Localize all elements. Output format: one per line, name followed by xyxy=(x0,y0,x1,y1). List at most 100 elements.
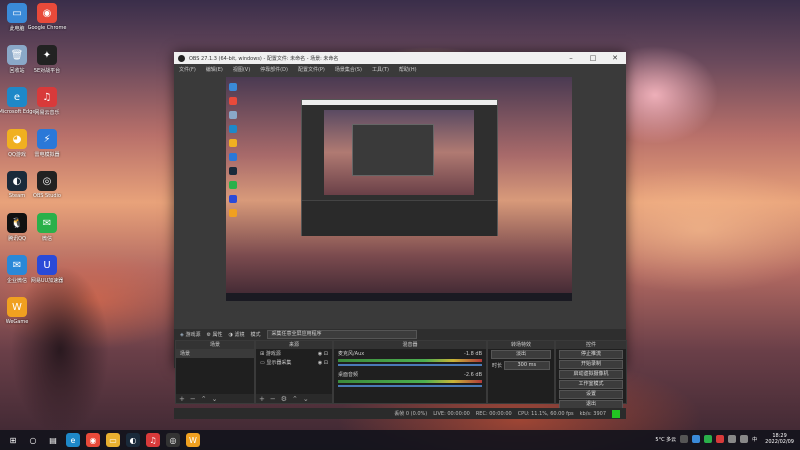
source-item[interactable]: ▭ 显示器采集 ◉ ⊡ xyxy=(256,358,332,367)
edge-icon[interactable]: e xyxy=(66,433,80,447)
obs-statusbar: 丢帧 0 (0.0%) LIVE: 00:00:00 REC: 00:00:00… xyxy=(174,408,626,419)
menu-file[interactable]: 文件(F) xyxy=(179,66,196,73)
source-name: ◈ 游戏源 xyxy=(180,331,201,339)
network-icon[interactable] xyxy=(728,435,737,443)
settings-button[interactable]: 设置 xyxy=(559,390,623,399)
gear-icon[interactable]: ⚙ xyxy=(281,395,287,403)
desktop-icon[interactable]: W WeGame xyxy=(0,297,37,325)
search-icon[interactable]: ○ xyxy=(26,433,40,447)
start-recording-button[interactable]: 开始录制 xyxy=(559,360,623,369)
desktop-icon[interactable]: ⚡ 雷电模拟器 xyxy=(27,129,67,158)
app-icon: 🐧 xyxy=(7,213,27,233)
tray-app-icon[interactable] xyxy=(692,435,701,443)
down-icon[interactable]: ⌄ xyxy=(303,395,309,403)
menu-view[interactable]: 视图(V) xyxy=(233,66,250,73)
properties-button[interactable]: ⚙ 属性 xyxy=(206,331,222,339)
obs-window: OBS 27.1.3 (64-bit, windows) - 配置文件: 未命名… xyxy=(174,52,627,419)
filters-button[interactable]: ◑ 滤镜 xyxy=(229,331,245,339)
preview-canvas[interactable] xyxy=(226,77,572,301)
windows-taskbar: ⊞ ○ ▤ e ◉ ▭ ◐ ♫ ◎ W 5°C 多云 中 18:29 2022/… xyxy=(0,430,800,450)
sources-footer: + − ⚙ ⌃ ⌄ xyxy=(256,394,332,403)
menu-tools[interactable]: 工具(T) xyxy=(372,66,389,73)
sources-header: 来源 xyxy=(256,341,332,349)
volume-icon[interactable] xyxy=(740,435,749,443)
app-icon: ✉ xyxy=(7,255,27,275)
app-icon: ▭ xyxy=(7,3,27,23)
scene-item[interactable]: 场景 xyxy=(176,349,254,358)
transitions-dock: 转场特效 淡出 时长 300 ms xyxy=(487,340,555,404)
duration-input[interactable]: 300 ms xyxy=(503,361,550,370)
stop-streaming-button[interactable]: 停止推流 xyxy=(559,350,623,359)
desktop-icon-label: WeGame xyxy=(5,319,29,325)
app-icon: ◕ xyxy=(7,129,27,149)
tray-app-icon[interactable] xyxy=(704,435,713,443)
add-icon[interactable]: + xyxy=(259,395,265,403)
virtual-camera-button[interactable]: 启动虚拟摄像机 xyxy=(559,370,623,379)
desktop-icon[interactable]: U 网易UU加速器 xyxy=(27,255,67,284)
down-icon[interactable]: ⌄ xyxy=(212,395,218,403)
weather[interactable]: 5°C 多云 xyxy=(655,436,676,443)
studio-mode-button[interactable]: 工作室模式 xyxy=(559,380,623,389)
desktop-icon[interactable]: ✉ 微信 xyxy=(27,213,67,242)
input-method[interactable]: 中 xyxy=(752,436,757,443)
mixer-track: 麦克风/Aux -1.8 dB xyxy=(338,350,482,358)
source-toolbar: ◈ 游戏源 ⚙ 属性 ◑ 滤镜 模式 采集任意全屏应用程序 xyxy=(174,328,626,340)
obs-logo-icon xyxy=(178,54,185,62)
task-view-icon[interactable]: ▤ xyxy=(46,433,60,447)
remove-icon[interactable]: − xyxy=(190,395,196,403)
volume-meter xyxy=(338,359,482,362)
clock[interactable]: 18:29 2022/02/09 xyxy=(765,433,794,445)
up-icon[interactable]: ⌃ xyxy=(201,395,207,403)
windows-start-icon[interactable]: ⊞ xyxy=(6,433,20,447)
remove-icon[interactable]: − xyxy=(270,395,276,403)
desktop-icon-label: 雷电模拟器 xyxy=(34,152,60,158)
volume-slider[interactable] xyxy=(338,364,482,366)
tray-chevron-icon[interactable] xyxy=(680,435,689,443)
obs-titlebar[interactable]: OBS 27.1.3 (64-bit, windows) - 配置文件: 未命名… xyxy=(174,52,626,64)
menu-docks[interactable]: 停靠部件(D) xyxy=(260,66,288,73)
canvas-desktop-icons xyxy=(229,83,241,223)
steam-icon[interactable]: ◐ xyxy=(126,433,140,447)
desktop-icon-label: 网易云音乐 xyxy=(34,110,60,116)
menu-profile[interactable]: 配置文件(P) xyxy=(298,66,325,73)
desktop-icon[interactable]: ♫ 网易云音乐 xyxy=(27,87,67,116)
minimize-icon[interactable]: – xyxy=(560,54,582,62)
app-icon: ◎ xyxy=(37,171,57,191)
close-icon[interactable]: ✕ xyxy=(604,54,626,62)
netease-music-icon[interactable]: ♫ xyxy=(146,433,160,447)
duration-row: 时长 300 ms xyxy=(488,360,554,371)
up-icon[interactable]: ⌃ xyxy=(292,395,298,403)
menu-help[interactable]: 帮助(H) xyxy=(399,66,417,73)
volume-slider[interactable] xyxy=(338,385,482,387)
controls-header: 控件 xyxy=(556,341,626,349)
cpu-fps: CPU: 11.1%, 60.00 fps xyxy=(517,410,574,417)
mixer-track: 桌面音频 -2.6 dB xyxy=(338,371,482,379)
chrome-icon[interactable]: ◉ xyxy=(86,433,100,447)
desktop-icon-label: OBS Studio xyxy=(33,193,61,199)
preview-area[interactable] xyxy=(174,74,626,328)
add-icon[interactable]: + xyxy=(179,395,185,403)
obs-icon[interactable]: ◎ xyxy=(166,433,180,447)
app-icon: ♫ xyxy=(37,87,57,107)
source-item[interactable]: ⊞ 游戏源 ◉ ⊡ xyxy=(256,349,332,358)
live-time: LIVE: 00:00:00 xyxy=(433,410,470,417)
scenes-header: 场景 xyxy=(176,341,254,349)
app-icon: ✦ xyxy=(37,45,57,65)
app-icon: ◐ xyxy=(7,171,27,191)
desktop-icon[interactable]: ◎ OBS Studio xyxy=(27,171,67,199)
wegame-icon[interactable]: W xyxy=(186,433,200,447)
scenes-footer: + − ⌃ ⌄ xyxy=(176,394,254,403)
desktop-icon-label: Google Chrome xyxy=(27,25,67,31)
menu-scene-collection[interactable]: 场景集合(S) xyxy=(335,66,362,73)
maximize-icon[interactable]: □ xyxy=(582,54,604,62)
tray-app-icon[interactable] xyxy=(716,435,725,443)
desktop-icon[interactable]: ✦ 5E对战平台 xyxy=(27,45,67,74)
file-explorer-icon[interactable]: ▭ xyxy=(106,433,120,447)
desktop-icon[interactable]: ◉ Google Chrome xyxy=(27,3,67,31)
mode-select[interactable]: 采集任意全屏应用程序 xyxy=(266,330,417,339)
transition-select[interactable]: 淡出 xyxy=(491,350,551,359)
bitrate: kb/s: 3907 xyxy=(579,410,606,417)
menu-edit[interactable]: 编辑(E) xyxy=(206,66,223,73)
app-icon: U xyxy=(37,255,57,275)
transitions-header: 转场特效 xyxy=(488,341,554,349)
